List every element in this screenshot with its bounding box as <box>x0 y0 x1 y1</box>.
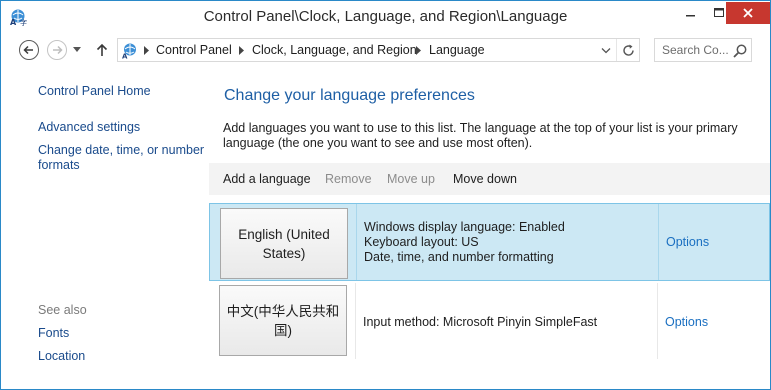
fonts-link[interactable]: Fonts <box>38 326 69 341</box>
add-language-button[interactable]: Add a language <box>223 172 311 186</box>
control-panel-icon: A <box>121 42 139 61</box>
move-up-button[interactable]: Move up <box>387 172 435 186</box>
title-bar: A 字 Control Panel\Clock, Language, and R… <box>1 1 770 33</box>
search-icon[interactable] <box>732 43 748 59</box>
refresh-icon <box>623 44 634 56</box>
location-link[interactable]: Location <box>38 349 85 364</box>
page-title: Change your language preferences <box>224 87 475 104</box>
breadcrumb-clock-language-region[interactable]: Clock, Language, and Region <box>252 43 417 57</box>
forward-button[interactable] <box>45 38 69 62</box>
control-panel-window: A 字 Control Panel\Clock, Language, and R… <box>0 0 771 390</box>
breadcrumb-control-panel[interactable]: Control Panel <box>156 43 232 57</box>
address-bar[interactable]: A Control Panel Clock, Language, and Reg… <box>117 38 640 62</box>
language-list-item[interactable]: English (United States) Windows display … <box>209 203 770 281</box>
language-name-cell: 中文(中华人民共和国) <box>209 283 355 359</box>
breadcrumb-separator-icon <box>416 46 421 55</box>
chevron-down-icon <box>73 47 81 52</box>
language-name-cell: English (United States) <box>210 204 356 280</box>
language-detail-line: Date, time, and number formatting <box>364 250 554 264</box>
forward-arrow-icon <box>47 40 67 60</box>
search-input[interactable] <box>656 40 730 60</box>
breadcrumb-separator-icon <box>239 46 244 55</box>
language-name-button[interactable]: 中文(中华人民共和国) <box>219 285 347 356</box>
address-history-dropdown[interactable] <box>600 45 612 56</box>
back-button[interactable] <box>17 38 41 62</box>
change-date-time-formats-link[interactable]: Change date, time, or number formats <box>38 143 208 173</box>
close-button[interactable] <box>726 2 770 24</box>
refresh-button[interactable] <box>616 39 640 61</box>
breadcrumb-separator-icon <box>144 46 149 55</box>
main-panel: Change your language preferences Add lan… <box>209 65 770 389</box>
window-title: Control Panel\Clock, Language, and Regio… <box>203 8 568 25</box>
search-box[interactable] <box>654 38 752 62</box>
language-details-cell: Input method: Microsoft Pinyin SimpleFas… <box>355 283 658 359</box>
see-also-label: See also <box>38 303 87 317</box>
language-detail-line: Input method: Microsoft Pinyin SimpleFas… <box>363 315 598 329</box>
page-description: Add languages you want to use to this li… <box>223 121 738 150</box>
language-options-link[interactable]: Options <box>666 235 709 249</box>
language-list-item[interactable]: 中文(中华人民共和国) Input method: Microsoft Piny… <box>209 283 770 361</box>
move-down-button[interactable]: Move down <box>453 172 517 186</box>
minimize-button[interactable] <box>677 2 705 24</box>
up-button[interactable] <box>92 38 112 62</box>
chevron-down-icon <box>601 48 611 54</box>
language-details-cell: Windows display language: Enabled Keyboa… <box>356 204 659 280</box>
language-detail-line: Keyboard layout: US <box>364 235 479 249</box>
breadcrumb-language[interactable]: Language <box>429 43 485 57</box>
language-detail-line: Windows display language: Enabled <box>364 220 565 234</box>
up-arrow-icon <box>96 43 108 56</box>
svg-text:A: A <box>122 53 128 60</box>
remove-button[interactable]: Remove <box>325 172 372 186</box>
language-toolbar: Add a language Remove Move up Move down <box>209 163 770 195</box>
control-panel-home-link[interactable]: Control Panel Home <box>38 84 151 99</box>
advanced-settings-link[interactable]: Advanced settings <box>38 120 140 135</box>
language-options-link[interactable]: Options <box>665 315 708 329</box>
sidebar: Control Panel Home Advanced settings Cha… <box>1 65 209 389</box>
recent-locations-button[interactable] <box>70 38 84 62</box>
language-name-button[interactable]: English (United States) <box>220 208 348 279</box>
back-arrow-icon <box>19 40 39 60</box>
navigation-bar: A Control Panel Clock, Language, and Reg… <box>1 34 770 65</box>
content-area: Control Panel Home Advanced settings Cha… <box>1 65 770 389</box>
